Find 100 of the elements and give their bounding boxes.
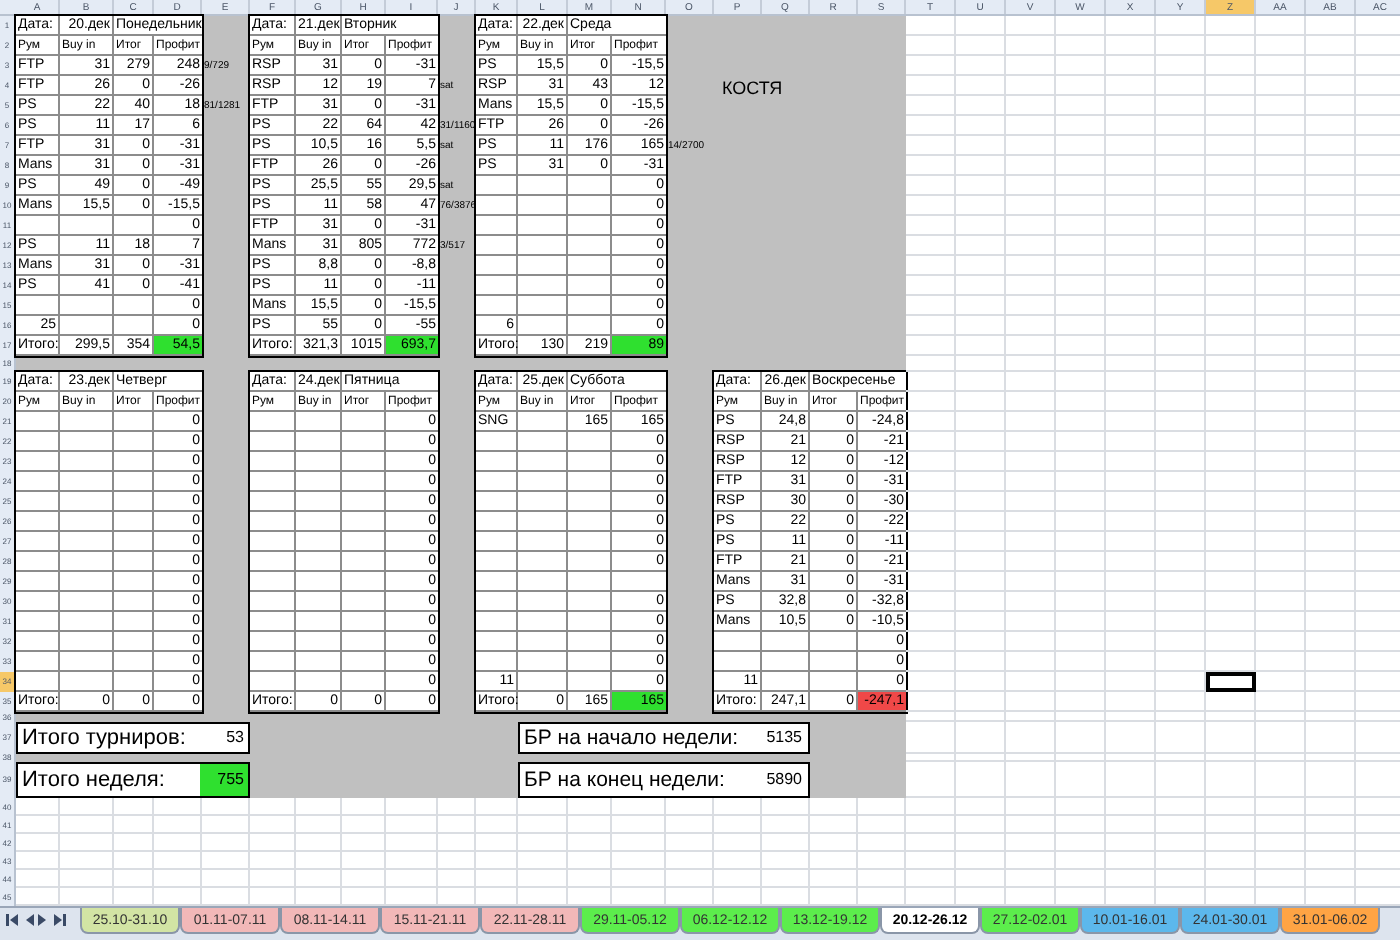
table-cell [342,672,386,692]
table-cell [476,176,518,196]
table-cell [810,632,858,652]
table-cell [476,296,518,316]
table-cell [518,276,568,296]
table-cell [60,672,114,692]
table-cell [16,572,60,592]
table-cell [762,652,810,672]
table-cell [568,432,612,452]
table-cell [342,532,386,552]
bankroll-value: 5890 [766,768,804,792]
table-cell [518,316,568,336]
table-cell [296,472,342,492]
table-cell [250,652,296,672]
table-cell [60,492,114,512]
table-cell [342,472,386,492]
table-cell [568,612,612,632]
table-cell [476,512,518,532]
table-cell [16,512,60,532]
table-cell [114,412,154,432]
bankroll-label: БР на начало недели: [522,727,741,749]
table-cell [476,196,518,216]
arrow-left-icon[interactable] [24,914,34,926]
table-cell [60,552,114,572]
table-cell [476,592,518,612]
table-cell [568,176,612,196]
table-cell [518,472,568,492]
table-cell [518,612,568,632]
table-cell [518,652,568,672]
table-cell [60,532,114,552]
table-cell [296,532,342,552]
table-cell [476,652,518,672]
table-cell [568,316,612,336]
table-cell [476,532,518,552]
table-cell [810,672,858,692]
table-cell [250,572,296,592]
player-name: КОСТЯ [722,76,785,102]
table-cell [114,216,154,236]
table-cell [342,632,386,652]
table-cell [296,432,342,452]
table-cell [114,632,154,652]
table-cell [568,652,612,672]
table-cell [60,632,114,652]
skip-right-icon[interactable] [52,914,66,926]
table-cell [296,552,342,572]
table-cell [250,472,296,492]
table-cell [296,492,342,512]
table-cell [342,412,386,432]
table-cell [518,532,568,552]
table-cell [60,412,114,432]
table-cell [714,632,762,652]
table-cell [568,552,612,572]
table-cell [60,612,114,632]
bankroll-label: БР на конец недели: [522,769,727,791]
table-cell [250,632,296,652]
table-cell [568,512,612,532]
table-cell [250,672,296,692]
table-cell [518,216,568,236]
table-cell [114,492,154,512]
table-cell [16,532,60,552]
table-cell [342,552,386,572]
table-cell [518,672,568,692]
table-cell [518,412,568,432]
table-cell [476,452,518,472]
table-cell [114,652,154,672]
table-cell [714,652,762,672]
table-cell [476,572,518,592]
table-cell [114,316,154,336]
table-cell [476,256,518,276]
table-cell [16,672,60,692]
table-cell [476,432,518,452]
table-cell [476,276,518,296]
table-cell [296,452,342,472]
arrow-right-icon[interactable] [38,914,48,926]
table-cell [296,612,342,632]
table-cell [296,592,342,612]
table-cell [60,652,114,672]
table-cell [568,276,612,296]
table-cell [568,572,612,592]
table-cell [296,512,342,532]
table-cell [342,492,386,512]
table-cell [518,592,568,612]
table-cell [16,592,60,612]
table-cell [518,196,568,216]
table-cell [16,452,60,472]
table-cell [476,632,518,652]
table-cell [250,492,296,512]
table-cell [296,652,342,672]
table-cell [476,552,518,572]
skip-left-icon[interactable] [6,914,20,926]
table-cell [250,452,296,472]
table-cell [518,296,568,316]
summary-label: Итого неделя: [20,769,167,791]
active-cell[interactable] [1206,672,1256,692]
table-cell [518,432,568,452]
table-cell [342,432,386,452]
table-cell [342,612,386,632]
table-cell [476,472,518,492]
table-cell [60,472,114,492]
table-cell [518,236,568,256]
